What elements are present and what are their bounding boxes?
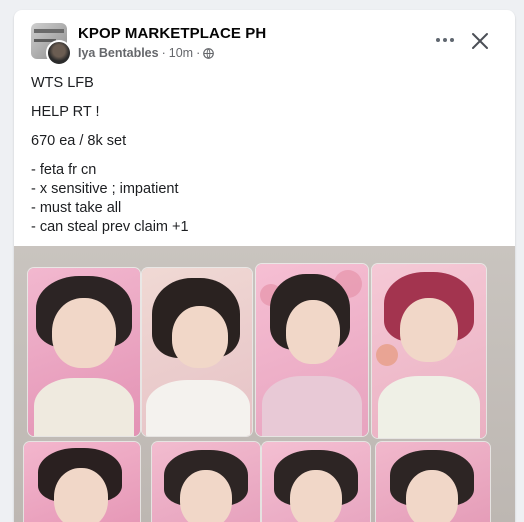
post-line-help: HELP RT !	[31, 104, 100, 120]
post-bullet: - must take all	[31, 200, 122, 216]
close-icon[interactable]	[469, 30, 491, 52]
photocard	[142, 268, 252, 436]
post-meta: Iya Bentables · 10m ·	[78, 46, 215, 60]
post-line-price: 670 ea / 8k set	[31, 133, 127, 149]
post-card: KPOP MARKETPLACE PH Iya Bentables · 10m …	[14, 10, 515, 522]
photocard	[24, 442, 140, 522]
post-bullet: - feta fr cn	[31, 162, 97, 178]
photocard	[28, 268, 140, 436]
meta-separator: ·	[161, 46, 166, 60]
post-timestamp[interactable]: 10m	[169, 46, 193, 60]
post-line-wts: WTS LFB	[31, 75, 94, 91]
globe-icon[interactable]	[203, 47, 215, 59]
author-name-link[interactable]: Iya Bentables	[78, 46, 159, 60]
more-horizontal-icon	[436, 38, 440, 42]
post-bullet: - x sensitive ; impatient	[31, 181, 179, 197]
author-avatar[interactable]	[46, 40, 72, 66]
photocard	[376, 442, 490, 522]
photocard	[262, 442, 370, 522]
photocard	[152, 442, 260, 522]
post-body: WTS LFB HELP RT ! 670 ea / 8k set - feta…	[31, 74, 189, 237]
post-bullet: - can steal prev claim +1	[31, 219, 189, 235]
photocard	[256, 264, 368, 436]
group-name-link[interactable]: KPOP MARKETPLACE PH	[78, 25, 266, 42]
meta-separator: ·	[196, 46, 201, 60]
post-header: KPOP MARKETPLACE PH Iya Bentables · 10m …	[14, 10, 515, 68]
more-options-button[interactable]	[432, 30, 458, 50]
photocard	[372, 264, 486, 438]
post-photo[interactable]	[14, 246, 515, 522]
